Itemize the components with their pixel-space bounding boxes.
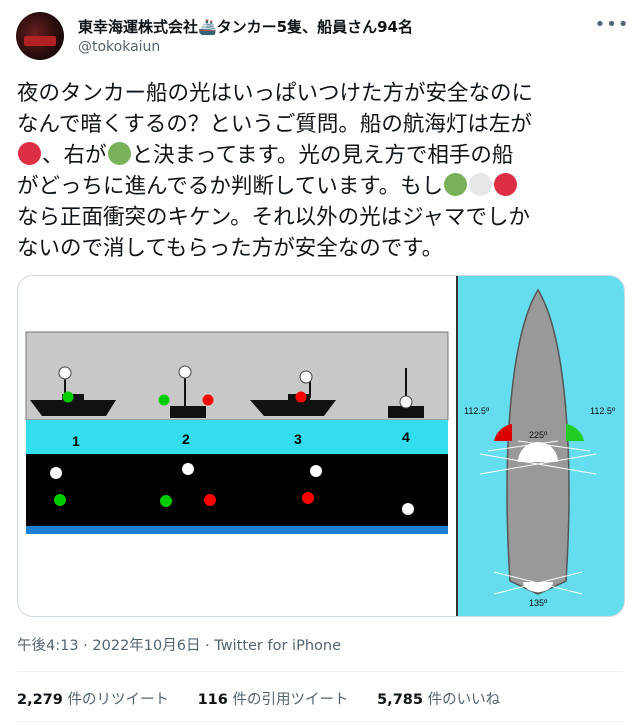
ship-number-2: 2 <box>182 431 190 447</box>
tweet-line: 夜のタンカー船の光はいっぱいつけた方が安全なのに <box>17 81 534 106</box>
likes-label: 件のいいね <box>427 692 501 708</box>
quotes-number: 116 <box>197 692 228 708</box>
author-handle[interactable]: @tokokaiun <box>78 39 160 55</box>
ship-number-4: 4 <box>402 429 410 445</box>
likes-number: 5,785 <box>377 692 423 708</box>
tweet-line: がどっちに進んでるか判断しています。もし <box>17 174 444 199</box>
red-circle-emoji-icon <box>494 173 518 196</box>
author-display-name[interactable]: 東幸海運株式会社🚢タンカー5隻、船員さん94名 <box>78 16 413 37</box>
tweet-line: なら正面衝突のキケン。それ以外の光はジャマでしか <box>17 205 530 230</box>
angle-label-stern: 135º <box>529 598 548 608</box>
tweet-header: 東幸海運株式会社🚢タンカー5隻、船員さん94名 @tokokaiun ••• <box>0 0 640 70</box>
tweet-line: なんで暗くするの？というご質問。船の航海灯は左が <box>17 112 532 137</box>
sea-band <box>26 420 448 454</box>
tweet-text: 夜のタンカー船の光はいっぱいつけた方が安全なのに なんで暗くするの？というご質問… <box>17 78 623 264</box>
green-circle-emoji-icon <box>444 173 468 196</box>
navigation-lights-diagram: 1 2 3 4 112.5º 112.5º 225º 135º <box>18 276 624 616</box>
angle-label-left: 112.5º <box>464 406 490 416</box>
green-circle-emoji-icon <box>107 142 131 165</box>
tweet-line: と決まってます。光の見え方で相手の船 <box>131 143 514 168</box>
white-circle-emoji-icon <box>469 173 493 196</box>
retweets-count[interactable]: 2,279 件のリツイート <box>17 688 169 709</box>
avatar[interactable] <box>16 12 64 60</box>
ship-number-1: 1 <box>72 433 80 449</box>
divider <box>17 721 623 722</box>
angle-label-mast: 225º <box>529 430 548 440</box>
red-circle-emoji-icon <box>18 142 41 165</box>
tweet-stats: 2,279 件のリツイート 116 件の引用ツイート 5,785 件のいいね <box>17 688 524 709</box>
water-line <box>26 526 448 534</box>
tweet-image[interactable]: 1 2 3 4 112.5º 112.5º 225º 135º <box>17 275 625 617</box>
likes-count[interactable]: 5,785 件のいいね <box>377 688 500 709</box>
retweets-number: 2,279 <box>17 692 63 708</box>
retweets-label: 件のリツイート <box>67 692 169 708</box>
tweet-line: 、右が <box>42 143 107 168</box>
more-options-icon[interactable]: ••• <box>595 12 629 36</box>
tweet-line: ないので消してもらった方が安全なのです。 <box>17 236 444 261</box>
divider <box>17 671 623 672</box>
angle-label-right: 112.5º <box>590 406 616 416</box>
ship-number-3: 3 <box>294 431 302 447</box>
quotes-label: 件の引用ツイート <box>232 692 349 708</box>
tweet-timestamp[interactable]: 午後4:13 · 2022年10月6日 · Twitter for iPhone <box>17 634 341 655</box>
night-band <box>26 454 448 526</box>
quotes-count[interactable]: 116 件の引用ツイート <box>198 688 349 709</box>
